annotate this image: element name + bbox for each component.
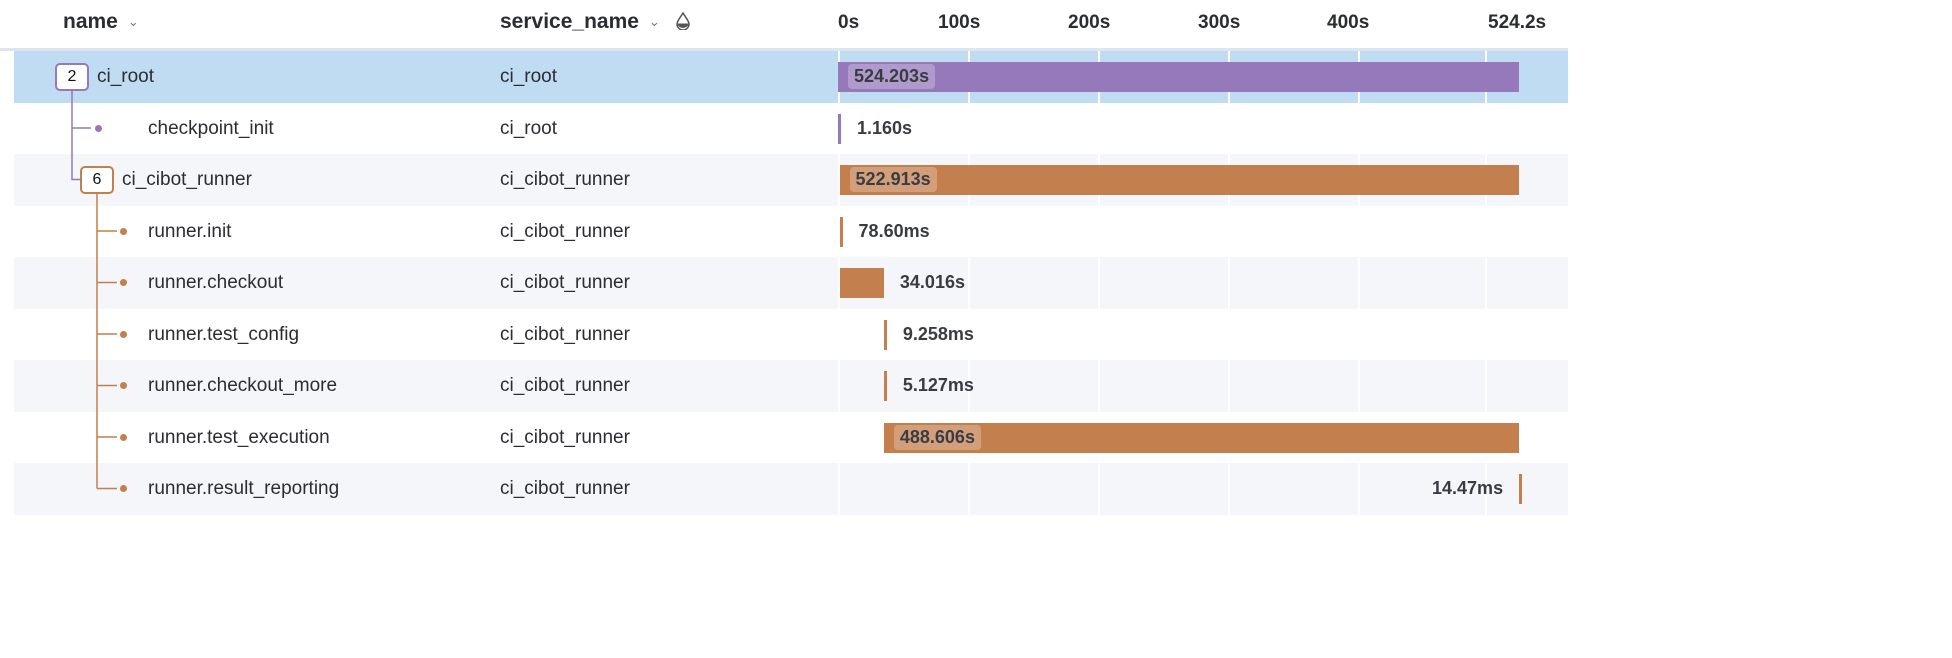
table-row[interactable]: runner.test_config ci_cibot_runner 9.258ms bbox=[14, 308, 1568, 360]
gridline bbox=[838, 308, 840, 360]
gridline bbox=[1358, 257, 1360, 309]
table-row[interactable]: checkpoint_init ci_root 1.160s bbox=[14, 102, 1568, 154]
table-row[interactable]: 2 ci_root ci_root 524.203s bbox=[14, 51, 1568, 103]
chevron-down-icon[interactable]: ⌄ bbox=[649, 14, 660, 29]
service-name: ci_cibot_runner bbox=[500, 169, 630, 190]
service-name: ci_root bbox=[500, 117, 558, 139]
axis-tick-label: 100s bbox=[938, 12, 981, 33]
axis-tick-label: 200s bbox=[1068, 12, 1111, 33]
gridline bbox=[968, 463, 970, 515]
gridline bbox=[1228, 360, 1230, 412]
span-duration-bar[interactable] bbox=[839, 165, 1520, 195]
gridline bbox=[838, 463, 840, 515]
gridline bbox=[968, 102, 970, 154]
color-drop-icon[interactable] bbox=[675, 11, 690, 31]
service-name: ci_cibot_runner bbox=[500, 220, 630, 242]
trace-table: 2 ci_root ci_root 524.203s checkpoint_init ci… bbox=[14, 51, 1568, 515]
gridline bbox=[1098, 463, 1100, 515]
axis-tick-label: 300s bbox=[1198, 12, 1241, 33]
duration-label: 522.913s bbox=[849, 167, 937, 192]
gridline bbox=[1228, 102, 1230, 154]
gridline bbox=[1358, 360, 1360, 412]
duration-label: 488.606s bbox=[893, 424, 981, 450]
gridline bbox=[1358, 463, 1360, 515]
table-row[interactable]: runner.checkout ci_cibot_runner 34.016s bbox=[14, 257, 1568, 309]
gridline bbox=[838, 411, 840, 463]
duration-label: 78.60ms bbox=[858, 220, 930, 241]
gridline bbox=[1228, 257, 1230, 309]
table-row[interactable]: runner.test_execution ci_cibot_runner 488.… bbox=[14, 411, 1568, 463]
gridline bbox=[1485, 257, 1487, 309]
span-duration-bar[interactable] bbox=[883, 319, 887, 350]
span-duration-bar[interactable] bbox=[1519, 474, 1523, 504]
gridline bbox=[1485, 360, 1487, 412]
service-name: ci_cibot_runner bbox=[500, 272, 630, 293]
gridline bbox=[1098, 102, 1100, 154]
table-row[interactable]: 6 ci_cibot_runner ci_cibot_runner 522.913s bbox=[14, 154, 1568, 206]
gridline bbox=[1098, 360, 1100, 412]
gridline bbox=[1358, 205, 1360, 257]
table-row[interactable]: runner.result_reporting ci_cibot_runner 14… bbox=[14, 463, 1568, 515]
span-duration-bar[interactable] bbox=[883, 371, 887, 401]
service-name: ci_root bbox=[500, 66, 558, 87]
service-name: ci_cibot_runner bbox=[500, 426, 630, 448]
gridline bbox=[1358, 102, 1360, 154]
duration-label: 1.160s bbox=[857, 117, 913, 138]
table-row[interactable]: runner.checkout_more ci_cibot_runner 5.127… bbox=[14, 360, 1568, 412]
span-duration-bar[interactable] bbox=[838, 62, 1520, 92]
service-name: ci_cibot_runner bbox=[500, 323, 630, 345]
gridline bbox=[838, 360, 840, 412]
gridline bbox=[1098, 308, 1100, 360]
gridline bbox=[1098, 205, 1100, 257]
gridline bbox=[1485, 205, 1487, 257]
span-duration-bar[interactable] bbox=[839, 268, 884, 298]
service-name-column-header[interactable]: service_name ⌄ bbox=[500, 10, 690, 34]
gridline bbox=[1228, 463, 1230, 515]
gridline bbox=[1485, 308, 1487, 360]
duration-label: 5.127ms bbox=[902, 375, 974, 395]
span-duration-bar[interactable] bbox=[838, 113, 841, 144]
table-header: name ⌄ service_name ⌄ 0s 100s 200s 300s 400s 52… bbox=[0, 0, 1568, 51]
axis-tick-label: 0s bbox=[838, 12, 860, 33]
span-duration-bar[interactable] bbox=[839, 216, 843, 247]
service-name: ci_cibot_runner bbox=[500, 478, 630, 499]
tree-connectors bbox=[71, 90, 117, 490]
gridline bbox=[1485, 102, 1487, 154]
duration-label: 524.203s bbox=[848, 64, 936, 89]
gridline bbox=[1228, 308, 1230, 360]
gridline bbox=[1098, 257, 1100, 309]
gridline bbox=[968, 205, 970, 257]
service-name: ci_cibot_runner bbox=[500, 375, 630, 396]
duration-label: 9.258ms bbox=[902, 323, 974, 344]
gridline bbox=[1228, 205, 1230, 257]
duration-label: 14.47ms bbox=[1432, 478, 1504, 498]
axis-tick-label: 400s bbox=[1327, 12, 1370, 33]
duration-label: 34.016s bbox=[899, 272, 965, 292]
gridline bbox=[1358, 308, 1360, 360]
table-row[interactable]: runner.init ci_cibot_runner 78.60ms bbox=[14, 205, 1568, 257]
axis-tick-label: 524.2s bbox=[1488, 12, 1547, 33]
